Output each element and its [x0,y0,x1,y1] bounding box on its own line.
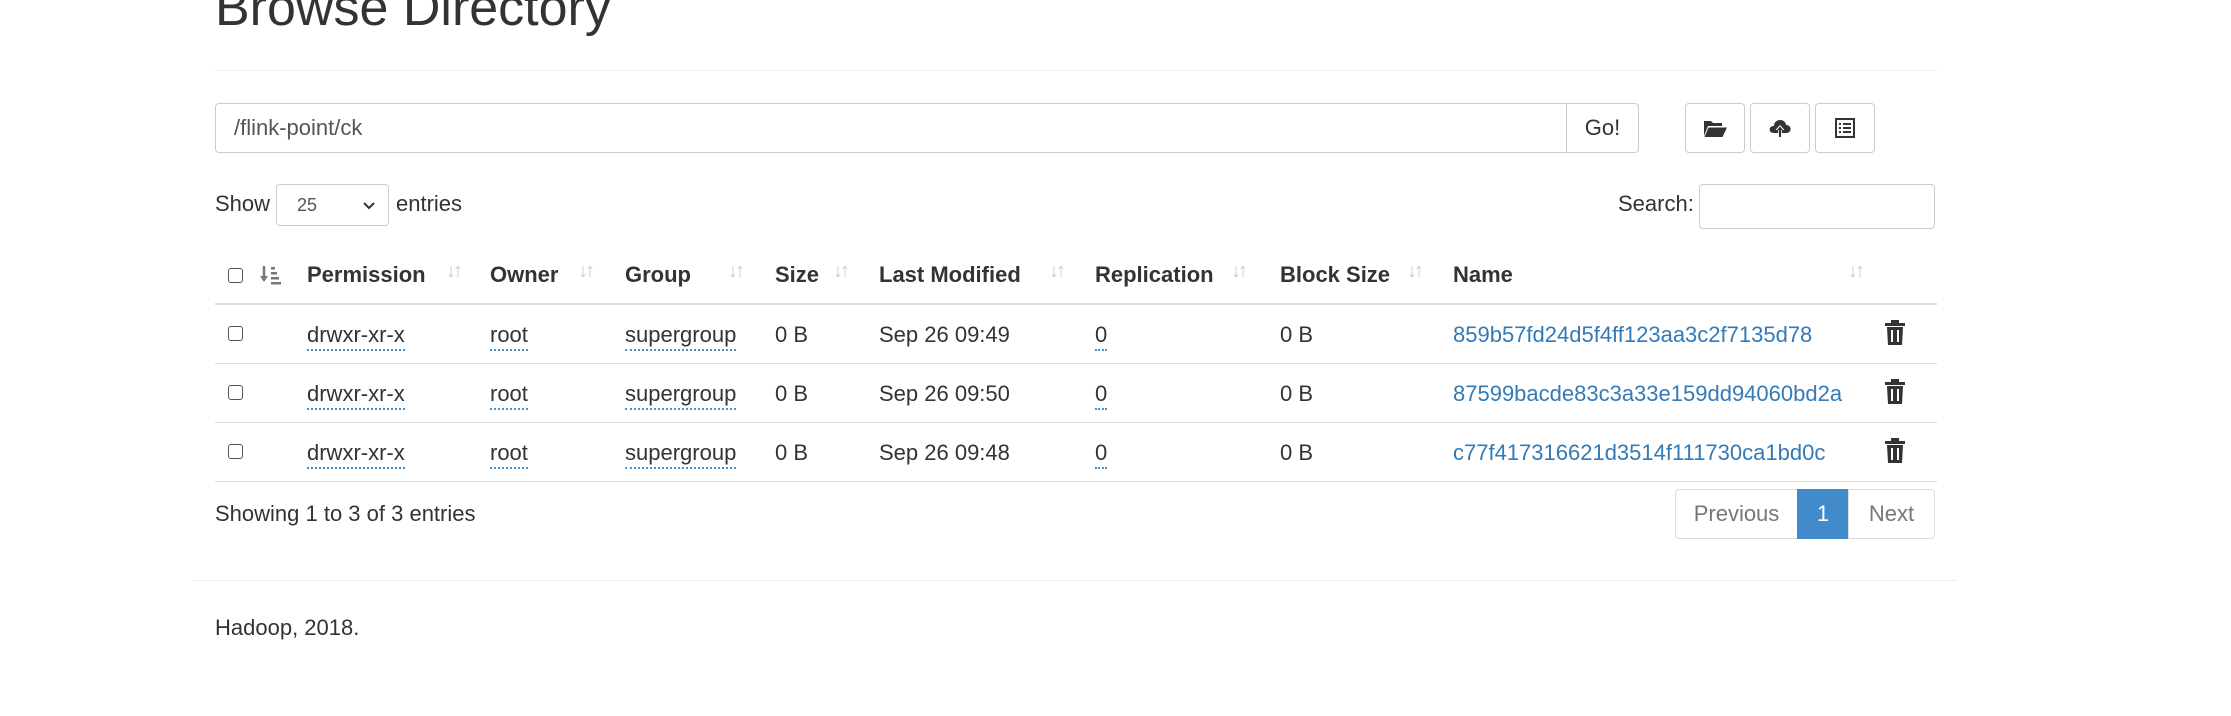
column-header-size[interactable]: Size [775,262,819,288]
replication-cell[interactable]: 0 [1095,381,1108,410]
group-cell[interactable]: supergroup [625,381,737,410]
trash-icon[interactable] [1884,438,1906,464]
go-button[interactable]: Go! [1566,103,1639,153]
previous-page-button[interactable]: Previous [1675,489,1798,539]
name-link[interactable]: 859b57fd24d5f4ff123aa3c2f7135d78 [1453,322,1812,348]
last-modified-cell: Sep 26 09:48 [879,440,1010,465]
path-input[interactable] [215,103,1567,153]
row-checkbox[interactable] [228,385,243,400]
title-divider [215,70,1937,71]
column-header-owner[interactable]: Owner [490,262,558,288]
sort-amount-icon[interactable] [259,265,283,285]
upload-button[interactable] [1750,103,1810,153]
last-modified-cell: Sep 26 09:50 [879,381,1010,406]
create-directory-button[interactable] [1685,103,1745,153]
table-header: Permission ↓↑ Owner ↓↑ Group ↓↑ Size ↓↑ … [215,248,1937,305]
last-modified-cell: Sep 26 09:49 [879,322,1010,347]
trash-icon[interactable] [1884,320,1906,346]
footer-divider [192,580,1957,581]
block-size-cell: 0 B [1280,440,1314,465]
footer-text: Hadoop, 2018. [215,615,360,640]
list-alt-icon [1835,118,1855,138]
size-cell: 0 B [775,381,809,406]
sort-icon[interactable]: ↓↑ [1848,260,1865,283]
owner-cell[interactable]: root [490,322,528,351]
folder-open-icon [1704,121,1727,137]
permission-cell[interactable]: drwxr-xr-x [307,322,405,351]
table-row: drwxr-xr-x root supergroup 0 B Sep 26 09… [215,423,1937,482]
page-1-button[interactable]: 1 [1797,489,1849,539]
group-cell[interactable]: supergroup [625,322,737,351]
entries-select[interactable]: 25 [276,184,389,226]
trash-icon[interactable] [1884,379,1906,405]
replication-cell[interactable]: 0 [1095,440,1108,469]
search-label: Search: [1618,191,1694,216]
search-input[interactable] [1699,184,1935,229]
entries-select-value: 25 [297,194,318,215]
chevron-down-icon [363,202,375,210]
table-row: drwxr-xr-x root supergroup 0 B Sep 26 09… [215,364,1937,423]
owner-cell[interactable]: root [490,440,528,469]
row-checkbox[interactable] [228,444,243,459]
sort-icon[interactable]: ↓↑ [1407,260,1424,283]
replication-cell[interactable]: 0 [1095,322,1108,351]
name-link[interactable]: c77f417316621d3514f111730ca1bd0c [1453,440,1825,466]
row-checkbox[interactable] [228,326,243,341]
group-cell[interactable]: supergroup [625,440,737,469]
column-header-block-size[interactable]: Block Size [1280,262,1390,288]
size-cell: 0 B [775,322,809,347]
cut-paste-button[interactable] [1815,103,1875,153]
entries-label: entries [396,191,463,216]
permission-cell[interactable]: drwxr-xr-x [307,381,405,410]
cloud-upload-icon [1769,120,1791,137]
size-cell: 0 B [775,440,809,465]
sort-icon[interactable]: ↓↑ [1231,260,1248,283]
column-header-replication[interactable]: Replication [1095,262,1214,288]
show-label: Show [215,191,271,216]
page-title: Browse Directory [215,0,611,37]
sort-icon[interactable]: ↓↑ [728,260,745,283]
permission-cell[interactable]: drwxr-xr-x [307,440,405,469]
table-row: drwxr-xr-x root supergroup 0 B Sep 26 09… [215,305,1937,364]
block-size-cell: 0 B [1280,381,1314,406]
column-header-name[interactable]: Name [1453,262,1513,288]
sort-icon[interactable]: ↓↑ [1049,260,1066,283]
sort-icon[interactable]: ↓↑ [578,260,595,283]
column-header-group[interactable]: Group [625,262,691,288]
column-header-permission[interactable]: Permission [307,262,426,288]
pagination-info: Showing 1 to 3 of 3 entries [215,501,476,526]
column-header-last-modified[interactable]: Last Modified [879,262,1021,288]
sort-icon[interactable]: ↓↑ [833,260,850,283]
select-all-checkbox[interactable] [228,268,243,283]
block-size-cell: 0 B [1280,322,1314,347]
name-link[interactable]: 87599bacde83c3a33e159dd94060bd2a [1453,381,1842,407]
next-page-button[interactable]: Next [1848,489,1935,539]
owner-cell[interactable]: root [490,381,528,410]
sort-icon[interactable]: ↓↑ [446,260,463,283]
